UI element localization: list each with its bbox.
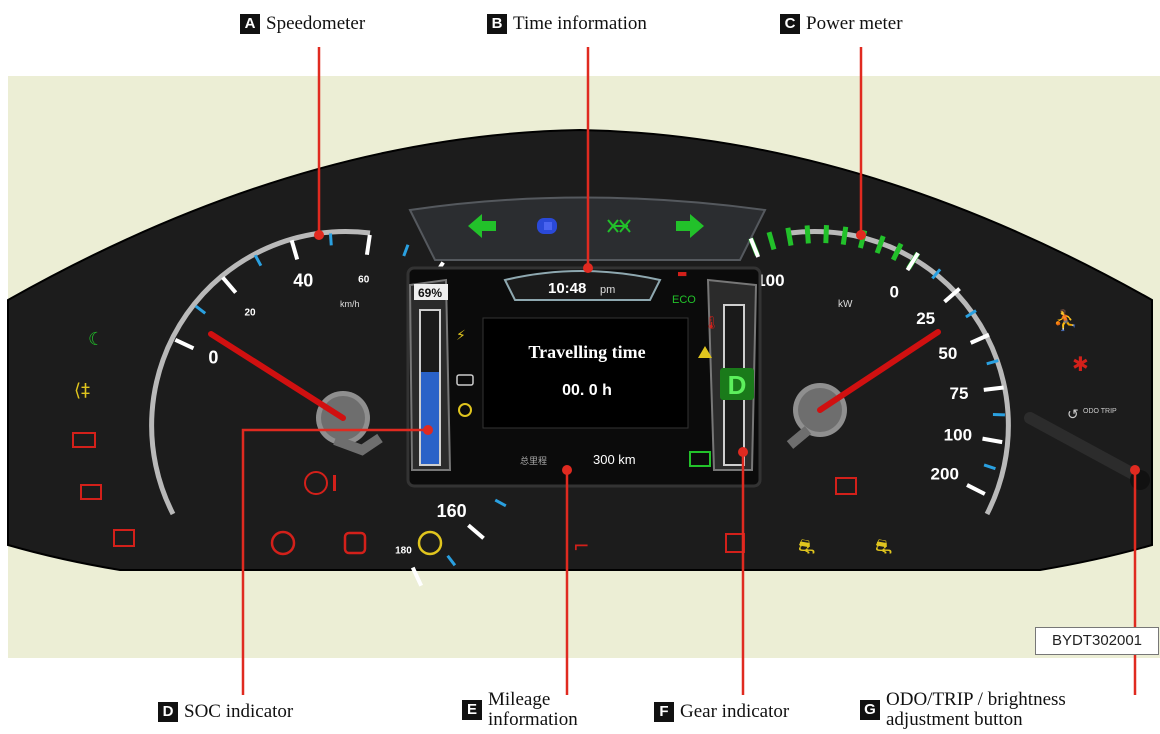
regen-segment bbox=[785, 227, 794, 246]
clock-time: 10:48 bbox=[548, 280, 586, 297]
instrument-cluster: 020406080100120140160180 km/h -100025507… bbox=[7, 47, 1153, 695]
mileage-label: 总里程 bbox=[520, 455, 547, 467]
callout-c: C Power meter bbox=[780, 14, 903, 34]
callout-text-a: Speedometer bbox=[266, 13, 366, 34]
speed-unit: km/h bbox=[340, 299, 360, 309]
callout-a: A Speedometer bbox=[240, 14, 365, 34]
esp-off-icon: ⛐ bbox=[875, 534, 892, 558]
speedometer-label: 0 bbox=[208, 348, 218, 368]
seatbelt-top-icon: ▬ bbox=[677, 267, 687, 280]
travel-value: 00. 0 h bbox=[562, 382, 612, 399]
callout-letter-d: D bbox=[158, 702, 178, 722]
regen-segment bbox=[823, 225, 829, 244]
power-meter-label: 50 bbox=[938, 344, 957, 363]
callout-text-e: Mileage information bbox=[488, 689, 578, 730]
charging-plug-icon: ⚡ bbox=[456, 328, 466, 344]
speedometer-label: 180 bbox=[395, 546, 412, 557]
airbag-icon: ✱ bbox=[1072, 352, 1089, 376]
temperature-warning-icon: 🌡 bbox=[703, 315, 720, 331]
speedometer-label: 60 bbox=[358, 275, 370, 286]
regen-segment bbox=[804, 225, 811, 244]
regen-segment bbox=[840, 226, 849, 245]
power-meter-label: 75 bbox=[949, 384, 968, 403]
cooling-fault-icon: ⌐ bbox=[573, 534, 590, 558]
power-meter-label: 200 bbox=[931, 465, 959, 484]
callout-e: E Mileage information bbox=[462, 690, 588, 730]
callout-letter-g: G bbox=[860, 700, 880, 720]
callout-text-g: ODO/TRIP / brightness adjustment button bbox=[886, 689, 1066, 730]
eco-indicator: ECO bbox=[672, 294, 696, 306]
callout-text-f: Gear indicator bbox=[680, 701, 790, 722]
rear-fog-light-icon: ⟨‡ bbox=[74, 380, 90, 401]
soc-bar-fill bbox=[421, 372, 439, 464]
high-beam-icon bbox=[537, 218, 557, 234]
power-meter-label: 25 bbox=[916, 309, 935, 328]
callout-g: G ODO/TRIP / brightness adjustment butto… bbox=[860, 690, 1146, 730]
soc-percent: 69% bbox=[418, 286, 442, 300]
callout-letter-b: B bbox=[487, 14, 507, 34]
power-meter-label: 100 bbox=[944, 425, 972, 444]
callout-letter-c: C bbox=[780, 14, 800, 34]
callout-f: F Gear indicator bbox=[654, 702, 789, 722]
power-meter-tick bbox=[983, 385, 1004, 392]
callout-text-d: SOC indicator bbox=[184, 701, 294, 722]
mileage-value: 300 km bbox=[593, 452, 636, 467]
speedometer-label: 40 bbox=[293, 271, 313, 291]
callout-letter-f: F bbox=[654, 702, 674, 722]
callout-d: D SOC indicator bbox=[158, 702, 293, 722]
low-beam-icon: ☾ bbox=[88, 329, 104, 350]
callout-text-c: Power meter bbox=[806, 13, 903, 34]
seatbelt-icon: ⛹ bbox=[1053, 308, 1078, 332]
clock-ampm: pm bbox=[600, 284, 615, 296]
odo-trip-label: ODO TRIP bbox=[1083, 408, 1117, 415]
callout-letter-e: E bbox=[462, 700, 482, 720]
speedometer-label: 20 bbox=[244, 307, 256, 318]
odo-trip-icon: ↺ bbox=[1067, 407, 1079, 423]
power-unit: kW bbox=[838, 299, 853, 310]
esp-icon: ⛐ bbox=[798, 534, 815, 558]
callout-letter-a: A bbox=[240, 14, 260, 34]
speedometer-label: 160 bbox=[437, 501, 467, 521]
callout-b: B Time information bbox=[487, 14, 647, 34]
image-code: BYDT302001 bbox=[1035, 627, 1159, 655]
travel-info-box bbox=[482, 317, 689, 429]
power-meter-label: 0 bbox=[889, 282, 898, 301]
speedometer-tick bbox=[328, 233, 333, 246]
gear-value: D bbox=[728, 370, 747, 400]
callout-text-b: Time information bbox=[513, 13, 647, 34]
travel-title: Travelling time bbox=[528, 342, 645, 362]
